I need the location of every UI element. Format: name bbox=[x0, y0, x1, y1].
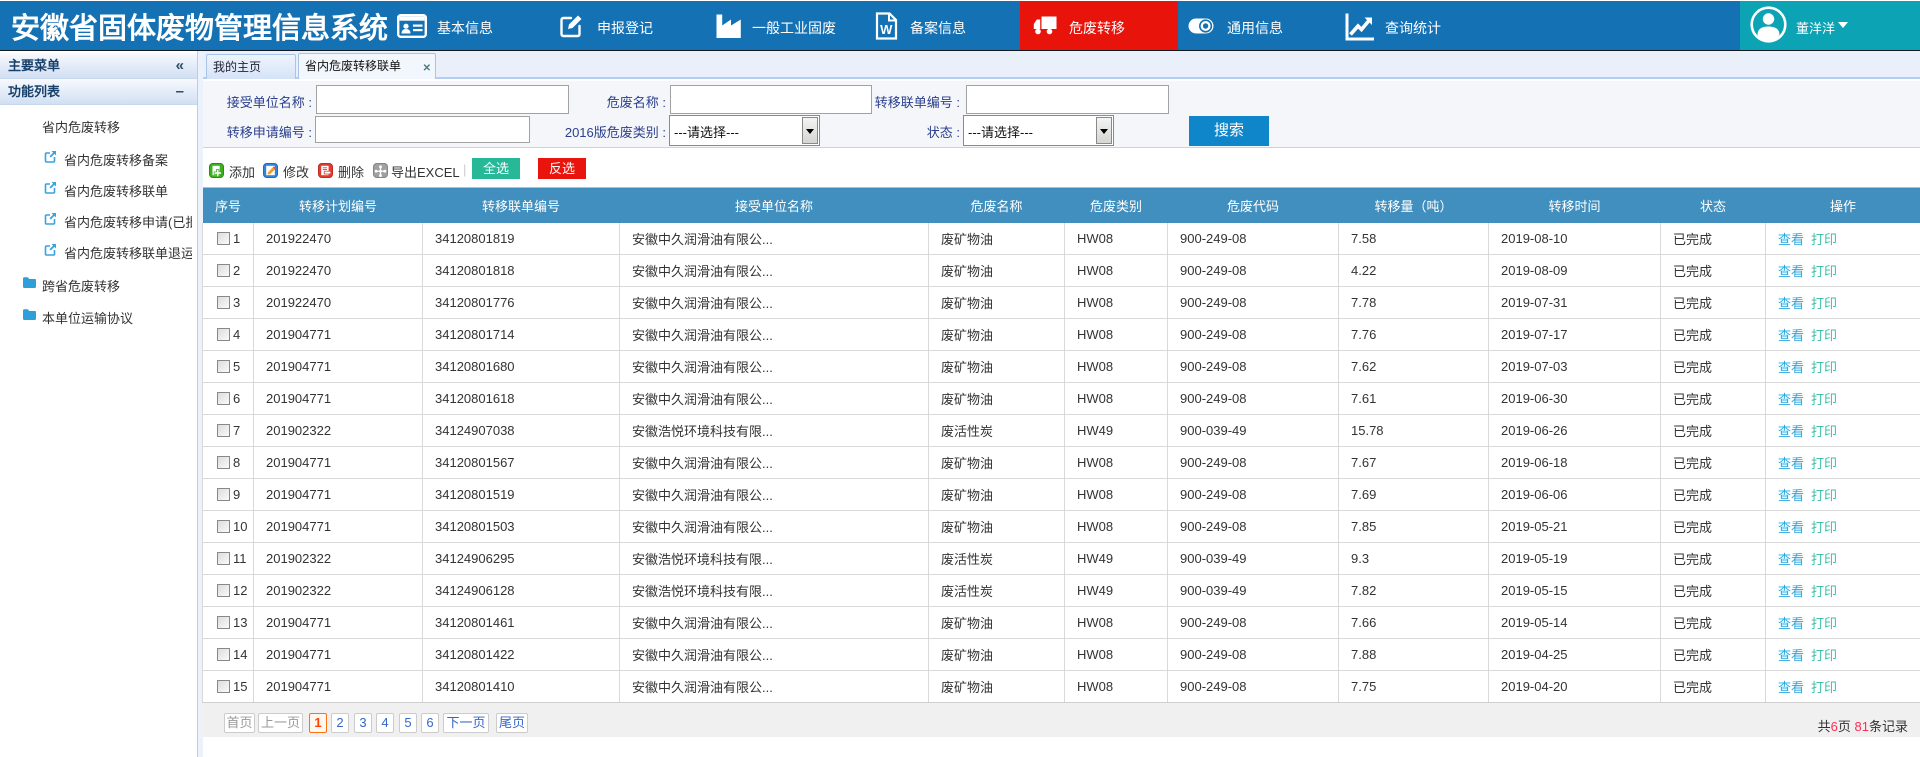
svg-text:W: W bbox=[880, 22, 893, 37]
